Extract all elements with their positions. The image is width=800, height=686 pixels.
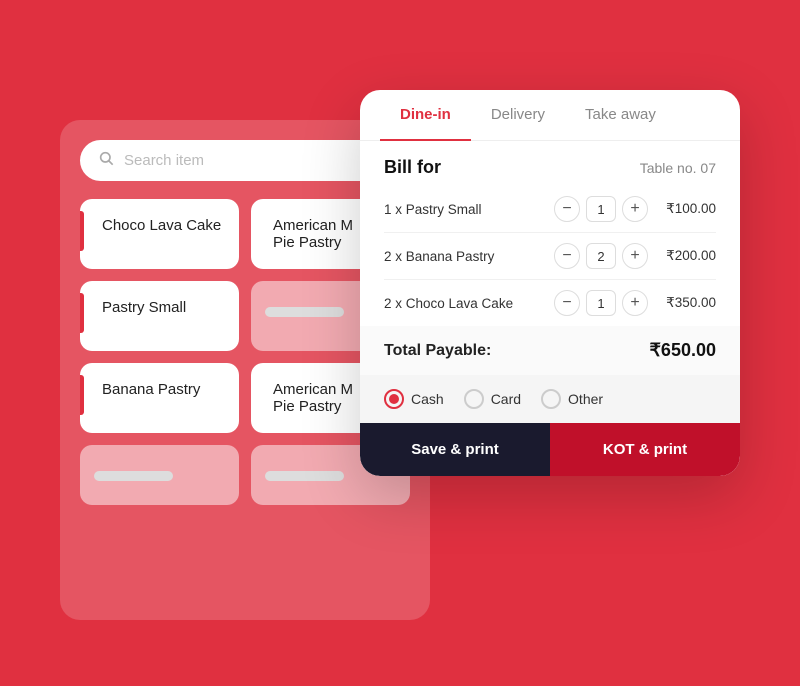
qty-control-2: − 2 + (554, 243, 648, 269)
item-price-choco-lava: ₹350.00 (656, 295, 716, 311)
payment-other-label: Other (568, 391, 603, 407)
search-placeholder: Search item (124, 152, 204, 169)
radio-cash-inner (389, 394, 399, 404)
total-amount: ₹650.00 (649, 340, 716, 361)
search-icon (98, 150, 114, 171)
menu-item-label: Banana Pastry (94, 381, 200, 398)
qty-control-1: − 1 + (554, 196, 648, 222)
payment-card-label: Card (491, 391, 521, 407)
menu-item-empty-1 (80, 445, 239, 505)
total-row: Total Payable: ₹650.00 (360, 326, 740, 375)
tab-delivery[interactable]: Delivery (471, 90, 565, 141)
qty-decrease-1[interactable]: − (554, 196, 580, 222)
item-name-banana-pastry: 2 x Banana Pastry (384, 249, 546, 264)
radio-card-circle (464, 389, 484, 409)
order-items-list: 1 x Pastry Small − 1 + ₹100.00 2 x Banan… (360, 186, 740, 326)
qty-increase-3[interactable]: + (622, 290, 648, 316)
item-name-pastry-small: 1 x Pastry Small (384, 202, 546, 217)
kot-print-button[interactable]: KOT & print (550, 423, 740, 476)
action-buttons: Save & print KOT & print (360, 423, 740, 476)
menu-item-label: American MPie Pastry (265, 381, 353, 415)
menu-item-label: American MPie Pastry (265, 217, 353, 251)
qty-value-2: 2 (586, 243, 616, 269)
menu-item-label: Pastry Small (94, 299, 186, 316)
menu-item-label: Choco Lava Cake (94, 217, 221, 234)
menu-item-pastry-small[interactable]: Pastry Small (80, 281, 239, 351)
order-item-banana-pastry: 2 x Banana Pastry − 2 + ₹200.00 (384, 233, 716, 280)
radio-cash-circle (384, 389, 404, 409)
qty-value-1: 1 (586, 196, 616, 222)
payment-card[interactable]: Card (464, 389, 521, 409)
item-name-choco-lava: 2 x Choco Lava Cake (384, 296, 546, 311)
tab-takeaway[interactable]: Take away (565, 90, 676, 141)
save-print-button[interactable]: Save & print (360, 423, 550, 476)
qty-decrease-3[interactable]: − (554, 290, 580, 316)
order-item-choco-lava: 2 x Choco Lava Cake − 1 + ₹350.00 (384, 280, 716, 326)
bill-panel: Dine-in Delivery Take away Bill for Tabl… (360, 90, 740, 476)
menu-item-choco-lava[interactable]: Choco Lava Cake (80, 199, 239, 269)
radio-other-circle (541, 389, 561, 409)
bill-for-label: Bill for (384, 157, 441, 178)
total-payable-label: Total Payable: (384, 342, 491, 360)
payment-options: Cash Card Other (360, 375, 740, 423)
qty-increase-2[interactable]: + (622, 243, 648, 269)
qty-control-3: − 1 + (554, 290, 648, 316)
tabs-bar: Dine-in Delivery Take away (360, 90, 740, 141)
order-item-pastry-small: 1 x Pastry Small − 1 + ₹100.00 (384, 186, 716, 233)
payment-other[interactable]: Other (541, 389, 603, 409)
menu-item-banana-pastry[interactable]: Banana Pastry (80, 363, 239, 433)
qty-decrease-2[interactable]: − (554, 243, 580, 269)
item-price-pastry-small: ₹100.00 (656, 201, 716, 217)
payment-cash-label: Cash (411, 391, 444, 407)
bill-header: Bill for Table no. 07 (360, 141, 740, 186)
item-price-banana-pastry: ₹200.00 (656, 248, 716, 264)
qty-increase-1[interactable]: + (622, 196, 648, 222)
table-number: Table no. 07 (640, 160, 716, 176)
qty-value-3: 1 (586, 290, 616, 316)
payment-cash[interactable]: Cash (384, 389, 444, 409)
tab-dine-in[interactable]: Dine-in (380, 90, 471, 141)
